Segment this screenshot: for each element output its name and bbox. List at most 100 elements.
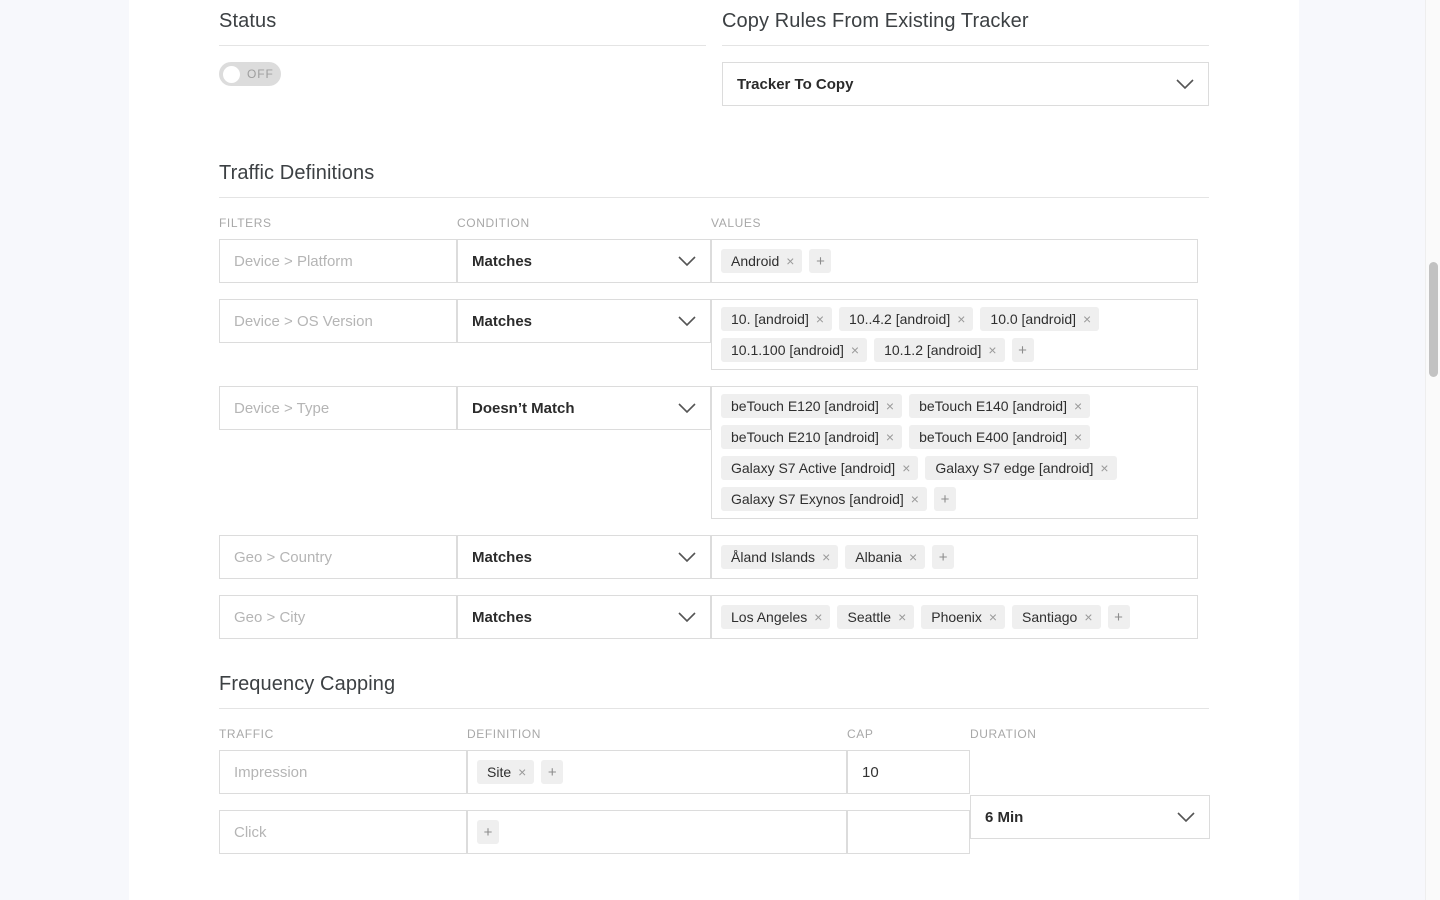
values-field[interactable]: beTouch E120 [android] × beTouch E140 [and… (711, 386, 1198, 519)
status-toggle[interactable]: OFF (219, 62, 281, 86)
add-value-button[interactable]: + (541, 760, 564, 784)
value-tag[interactable]: Phoenix × (921, 605, 1006, 629)
status-section: Status OFF (219, 10, 706, 106)
frequency-capping-section: Frequency Capping TRAFFIC DEFINITION CAP… (219, 673, 1219, 870)
filter-input[interactable]: Geo > Country (219, 535, 457, 579)
value-tag[interactable]: Site × (477, 760, 535, 784)
remove-tag-icon[interactable]: × (1084, 610, 1092, 624)
value-tag[interactable]: beTouch E140 [android] × (909, 394, 1091, 418)
value-tag[interactable]: 10. [android] × (721, 307, 833, 331)
add-value-button[interactable]: + (933, 487, 956, 511)
filter-placeholder: Geo > Country (234, 548, 332, 566)
remove-tag-icon[interactable]: × (909, 550, 917, 564)
remove-tag-icon[interactable]: × (814, 610, 822, 624)
value-tag[interactable]: beTouch E400 [android] × (909, 425, 1091, 449)
filter-input[interactable]: Device > Platform (219, 239, 457, 283)
traffic-rows-container: Device > Platform Matches Android × + Device … (219, 239, 1219, 639)
remove-tag-icon[interactable]: × (988, 343, 996, 357)
condition-select[interactable]: Matches (457, 239, 711, 283)
remove-tag-icon[interactable]: × (886, 399, 894, 413)
remove-tag-icon[interactable]: × (851, 343, 859, 357)
remove-tag-icon[interactable]: × (1083, 312, 1091, 326)
condition-select[interactable]: Doesn’t Match (457, 386, 711, 430)
vertical-scrollbar[interactable] (1425, 0, 1440, 900)
remove-tag-icon[interactable]: × (786, 254, 794, 268)
value-tag-label: Åland Islands (731, 549, 816, 565)
value-tag[interactable]: Galaxy S7 edge [android] × (925, 456, 1117, 480)
duration-value: 6 Min (985, 808, 1024, 826)
status-divider (219, 45, 706, 46)
tracker-to-copy-select[interactable]: Tracker To Copy (722, 62, 1209, 106)
value-tag[interactable]: 10.1.100 [android] × (721, 338, 868, 362)
filter-placeholder: Device > Type (234, 399, 330, 417)
value-tag[interactable]: beTouch E210 [android] × (721, 425, 903, 449)
tracker-form-card: Status OFF Copy Rules From Existing Trac… (129, 0, 1299, 900)
tracker-to-copy-value: Tracker To Copy (737, 75, 854, 93)
value-tag-label: Site (487, 764, 512, 780)
capping-rows-container: Impression Site × +10 Click + (219, 750, 970, 870)
remove-tag-icon[interactable]: × (898, 610, 906, 624)
column-header-condition: CONDITION (457, 216, 530, 230)
add-value-button[interactable]: + (932, 545, 955, 569)
remove-tag-icon[interactable]: × (902, 461, 910, 475)
value-tag[interactable]: Galaxy S7 Exynos [android] × (721, 487, 927, 511)
value-tag-label: Galaxy S7 Exynos [android] (731, 491, 904, 507)
filter-input[interactable]: Device > Type (219, 386, 457, 430)
values-field[interactable]: 10. [android] × 10..4.2 [android] × 10.0 [an… (711, 299, 1198, 370)
condition-select[interactable]: Matches (457, 299, 711, 343)
chevron-down-icon (678, 611, 696, 623)
traffic-type-input[interactable]: Click (219, 810, 467, 854)
condition-select[interactable]: Matches (457, 535, 711, 579)
form-content: Status OFF Copy Rules From Existing Trac… (219, 0, 1219, 870)
traffic-definitions-divider (219, 197, 1209, 198)
value-tag[interactable]: Albania × (845, 545, 926, 569)
toggle-knob (223, 65, 240, 83)
remove-tag-icon[interactable]: × (822, 550, 830, 564)
scrollbar-thumb[interactable] (1429, 262, 1438, 377)
traffic-type-input[interactable]: Impression (219, 750, 467, 794)
filter-input[interactable]: Device > OS Version (219, 299, 457, 343)
remove-tag-icon[interactable]: × (1074, 399, 1082, 413)
definition-field[interactable]: + (467, 810, 847, 854)
remove-tag-icon[interactable]: × (1074, 430, 1082, 444)
remove-tag-icon[interactable]: × (957, 312, 965, 326)
frequency-capping-row: Click + (219, 810, 970, 854)
value-tag[interactable]: Santiago × (1012, 605, 1101, 629)
value-tag[interactable]: Galaxy S7 Active [android] × (721, 456, 919, 480)
condition-select[interactable]: Matches (457, 595, 711, 639)
value-tag-label: 10.0 [android] (990, 311, 1077, 327)
value-tag[interactable]: 10.1.2 [android] × (874, 338, 1005, 362)
cap-input[interactable]: 10 (847, 750, 970, 794)
add-value-button[interactable]: + (1011, 338, 1034, 362)
duration-column: 6 Min (970, 750, 1210, 870)
value-tag-label: Galaxy S7 Active [android] (731, 460, 896, 476)
value-tag[interactable]: Los Angeles × (721, 605, 831, 629)
add-value-button[interactable]: + (477, 820, 499, 844)
value-tag[interactable]: 10..4.2 [android] × (839, 307, 974, 331)
traffic-definition-row: Geo > City Matches Los Angeles × Seattle × Pho… (219, 595, 1219, 639)
remove-tag-icon[interactable]: × (816, 312, 824, 326)
value-tag[interactable]: Seattle × (837, 605, 915, 629)
value-tag[interactable]: Åland Islands × (721, 545, 839, 569)
top-sections-row: Status OFF Copy Rules From Existing Trac… (219, 10, 1219, 106)
filter-input[interactable]: Geo > City (219, 595, 457, 639)
value-tag[interactable]: beTouch E120 [android] × (721, 394, 903, 418)
values-field[interactable]: Los Angeles × Seattle × Phoenix × Santiago × + (711, 595, 1198, 639)
duration-select[interactable]: 6 Min (970, 795, 1210, 839)
add-value-button[interactable]: + (809, 249, 832, 273)
value-tag-label: Galaxy S7 edge [android] (935, 460, 1094, 476)
value-tag[interactable]: 10.0 [android] × (980, 307, 1100, 331)
remove-tag-icon[interactable]: × (989, 610, 997, 624)
remove-tag-icon[interactable]: × (518, 765, 526, 779)
cap-input[interactable] (847, 810, 970, 854)
remove-tag-icon[interactable]: × (886, 430, 894, 444)
value-tag[interactable]: Android × (721, 249, 803, 273)
add-value-button[interactable]: + (1107, 605, 1130, 629)
definition-field[interactable]: Site × + (467, 750, 847, 794)
remove-tag-icon[interactable]: × (1100, 461, 1108, 475)
filter-placeholder: Device > Platform (234, 252, 353, 270)
traffic-column-headers: FILTERS CONDITION VALUES (219, 216, 1219, 230)
remove-tag-icon[interactable]: × (911, 492, 919, 506)
values-field[interactable]: Android × + (711, 239, 1198, 283)
values-field[interactable]: Åland Islands × Albania × + (711, 535, 1198, 579)
